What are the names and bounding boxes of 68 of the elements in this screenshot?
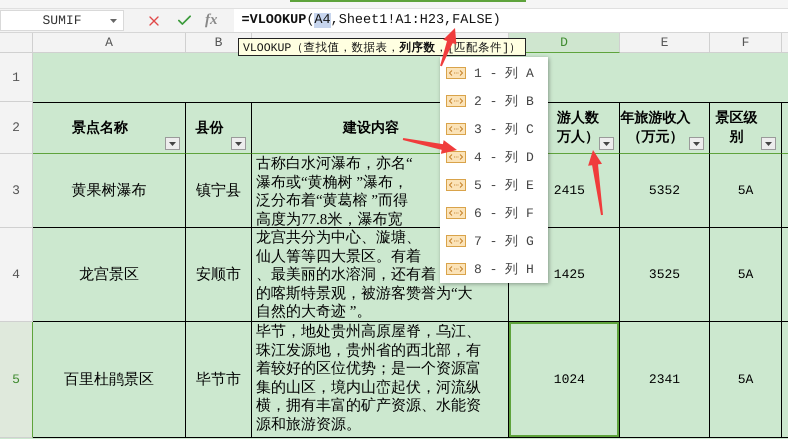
text-line: 古称白水河瀑布，亦名“ bbox=[256, 155, 413, 174]
column-heading: 年旅游收入 （万元） bbox=[620, 109, 690, 147]
text-line: 瀑布或“黄桷树 ”瀑布， bbox=[256, 174, 408, 192]
field-icon bbox=[446, 151, 466, 163]
table-cell: 5352 bbox=[620, 154, 710, 228]
filter-button[interactable] bbox=[599, 137, 614, 150]
text-line: 毕节，地处贵州高原屋脊，乌江、 bbox=[256, 323, 481, 342]
dropdown-arrow-icon bbox=[765, 142, 772, 146]
text-line: 珠江发源地，贵州省的西北部，有 bbox=[256, 342, 481, 360]
column-header[interactable]: E bbox=[620, 33, 710, 53]
formula-field[interactable]: =VLOOKUP(A4,Sheet1!A1:H23,FALSE) bbox=[234, 9, 788, 32]
table-cell: 毕节市 bbox=[186, 322, 252, 438]
row-header[interactable]: 4 bbox=[0, 228, 33, 322]
dropdown-arrow-icon bbox=[169, 142, 176, 146]
dropdown-arrow-icon bbox=[693, 142, 700, 146]
text-line: 自然的大奇迹 ”。 bbox=[256, 303, 372, 322]
field-icon bbox=[446, 207, 466, 219]
menu-item[interactable]: 3 - 列 C bbox=[440, 115, 548, 143]
column-heading: 游人数 万人） bbox=[557, 110, 599, 147]
filter-button[interactable] bbox=[761, 137, 776, 150]
active-cell[interactable]: 1024 bbox=[509, 322, 620, 438]
text-line: 源和旅游资源。 bbox=[256, 416, 361, 435]
column-heading: 景点名称 bbox=[72, 119, 128, 138]
field-icon bbox=[446, 179, 466, 191]
text-line: 泛分布着“黄葛榕 ”而得 bbox=[256, 192, 408, 211]
dropdown-arrow-icon bbox=[603, 142, 610, 146]
table-cell: 安顺市 bbox=[186, 228, 252, 322]
table-cell: 百里杜鹃景区 bbox=[33, 322, 186, 438]
dropdown-caret-icon[interactable] bbox=[110, 19, 117, 23]
filter-button[interactable] bbox=[165, 137, 180, 150]
field-icon bbox=[446, 67, 466, 79]
row-header[interactable]: 1 bbox=[0, 53, 33, 102]
table-cell: 龙宫景区 bbox=[33, 228, 186, 322]
table-cell: 镇宁县 bbox=[186, 154, 252, 228]
text-line: 高度为77.8米，瀑布宽 bbox=[256, 210, 402, 229]
column-header[interactable]: F bbox=[710, 33, 782, 53]
text-line: 横，拥有丰富的矿产资源、水能资 bbox=[256, 397, 481, 416]
row-header[interactable]: 2 bbox=[0, 102, 33, 154]
column-heading: 县份 bbox=[196, 120, 224, 138]
table-cell: 3525 bbox=[620, 228, 710, 322]
dropdown-arrow-icon bbox=[235, 142, 242, 146]
column-heading: 建设内容 bbox=[343, 118, 399, 138]
column-header[interactable]: A bbox=[33, 33, 186, 53]
field-icon bbox=[446, 95, 466, 107]
column-heading: 景区级 别 bbox=[716, 109, 758, 147]
pointer-arrow bbox=[440, 28, 456, 66]
filter-button[interactable] bbox=[231, 137, 246, 150]
text-line: 、最美丽的水溶洞，还有着 bbox=[256, 266, 436, 285]
text-line: 集的山区，境内山峦起伏，河流纵 bbox=[256, 378, 481, 397]
filter-button[interactable] bbox=[689, 137, 704, 150]
row-header[interactable]: 3 bbox=[0, 154, 33, 228]
field-icon bbox=[446, 263, 466, 275]
pointer-arrow bbox=[588, 150, 603, 216]
text-line: 的喀斯特景观，被游客赞誉为“大 bbox=[256, 284, 473, 303]
table-cell: 黄果树瀑布 bbox=[33, 154, 186, 228]
table-cell: 5A bbox=[710, 228, 782, 322]
text-line: 仙人箐等四大景区。有着 bbox=[256, 248, 421, 266]
table-cell: 5A bbox=[710, 322, 782, 438]
field-icon bbox=[446, 123, 466, 135]
table-cell: 2341 bbox=[620, 322, 710, 438]
menu-item[interactable]: 2 - 列 B bbox=[440, 87, 548, 115]
menu-item[interactable]: 1 - 列 A bbox=[440, 59, 548, 87]
field-icon bbox=[446, 235, 466, 247]
table-cell: 5A bbox=[710, 154, 782, 228]
name-box[interactable]: SUMIF bbox=[0, 10, 124, 31]
text-line: 龙宫共分为中心、漩塘、 bbox=[256, 229, 421, 248]
text-line: 着较好的区位优势；是一个资源富 bbox=[256, 360, 481, 379]
pointer-arrow bbox=[402, 138, 457, 154]
